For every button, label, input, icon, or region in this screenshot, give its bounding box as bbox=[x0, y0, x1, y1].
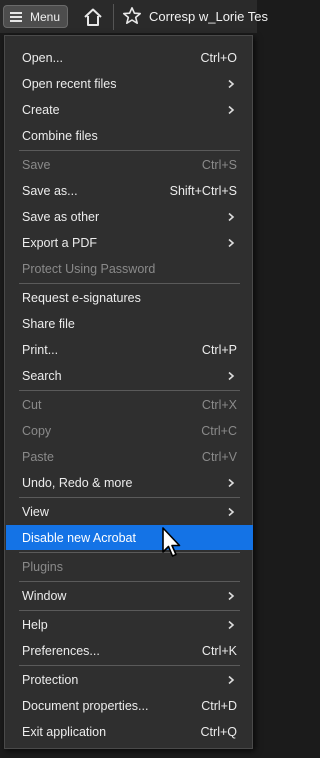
menu-item-label: Combine files bbox=[22, 129, 98, 143]
menu-divider bbox=[19, 665, 240, 666]
menu-item-save-as[interactable]: Save as... Shift+Ctrl+S bbox=[6, 178, 253, 204]
menu-item-protection[interactable]: Protection bbox=[6, 667, 253, 693]
menu-item-open-recent-files[interactable]: Open recent files bbox=[6, 71, 253, 97]
menu-item-cut: Cut Ctrl+X bbox=[6, 392, 253, 418]
menu-divider bbox=[19, 150, 240, 151]
menu-item-save: Save Ctrl+S bbox=[6, 152, 253, 178]
menu-item-open[interactable]: Open... Ctrl+O bbox=[6, 45, 253, 71]
menu-item-shortcut: Ctrl+D bbox=[201, 699, 237, 713]
menu-item-label: Window bbox=[22, 589, 67, 603]
chevron-right-icon bbox=[228, 105, 235, 115]
menu-item-label: Plugins bbox=[22, 560, 63, 574]
menu-item-label: Request e-signatures bbox=[22, 291, 141, 305]
menu-item-preferences[interactable]: Preferences... Ctrl+K bbox=[6, 638, 253, 664]
chevron-right-icon bbox=[228, 675, 235, 685]
menu-item-label: Share file bbox=[22, 317, 75, 331]
menu-item-disable-new-acrobat[interactable]: Disable new Acrobat bbox=[6, 525, 253, 550]
menu-item-save-as-other[interactable]: Save as other bbox=[6, 204, 253, 230]
menu-item-undo-redo-more[interactable]: Undo, Redo & more bbox=[6, 470, 253, 496]
menu-item-label: Preferences... bbox=[22, 644, 100, 658]
menu-item-shortcut: Ctrl+O bbox=[200, 51, 237, 65]
menu-item-label: Undo, Redo & more bbox=[22, 476, 133, 490]
menu-item-copy: Copy Ctrl+C bbox=[6, 418, 253, 444]
menu-item-shortcut: Ctrl+S bbox=[201, 158, 237, 172]
menu-divider bbox=[19, 283, 240, 284]
home-icon[interactable] bbox=[82, 6, 104, 28]
top-toolbar: Menu Corresp w_Lorie Tes bbox=[0, 0, 268, 33]
menu-item-create[interactable]: Create bbox=[6, 97, 253, 123]
chevron-right-icon bbox=[228, 507, 235, 517]
menu-item-search[interactable]: Search bbox=[6, 363, 253, 389]
menu-item-label: Print... bbox=[22, 343, 59, 357]
menu-item-shortcut: Ctrl+V bbox=[201, 450, 237, 464]
menu-item-help[interactable]: Help bbox=[6, 612, 253, 638]
menu-item-label: Disable new Acrobat bbox=[22, 530, 136, 545]
menu-divider bbox=[19, 581, 240, 582]
menu-item-label: Help bbox=[22, 618, 48, 632]
menu-item-shortcut: Ctrl+P bbox=[201, 343, 237, 357]
star-icon[interactable] bbox=[122, 6, 142, 26]
menu-item-shortcut: Ctrl+C bbox=[201, 424, 237, 438]
hamburger-icon bbox=[10, 11, 22, 22]
menu-button[interactable]: Menu bbox=[3, 5, 68, 28]
menu-item-view[interactable]: View bbox=[6, 499, 253, 525]
document-tab-title[interactable]: Corresp w_Lorie Tes bbox=[149, 9, 268, 24]
menu-item-document-properties[interactable]: Document properties... Ctrl+D bbox=[6, 693, 253, 719]
menu-item-label: Create bbox=[22, 103, 60, 117]
menu-item-share-file[interactable]: Share file bbox=[6, 311, 253, 337]
menu-item-label: Save as other bbox=[22, 210, 100, 224]
menu-item-label: Open... bbox=[22, 51, 63, 65]
menu-item-print[interactable]: Print... Ctrl+P bbox=[6, 337, 253, 363]
menu-item-label: Protection bbox=[22, 673, 79, 687]
menu-item-label: Copy bbox=[22, 424, 52, 438]
menu-item-plugins: Plugins bbox=[6, 554, 253, 580]
menu-item-label: Export a PDF bbox=[22, 236, 98, 250]
chevron-right-icon bbox=[228, 620, 235, 630]
menu-item-label: Save bbox=[22, 158, 51, 172]
mouse-pointer-icon bbox=[162, 527, 181, 557]
menu-item-label: Open recent files bbox=[22, 77, 117, 91]
menu-item-exit-application[interactable]: Exit application Ctrl+Q bbox=[6, 719, 253, 745]
chevron-right-icon bbox=[228, 79, 235, 89]
toolbar-divider bbox=[113, 4, 114, 30]
menu-divider bbox=[19, 552, 240, 553]
menu-button-label: Menu bbox=[30, 9, 61, 24]
menu-item-window[interactable]: Window bbox=[6, 583, 253, 609]
menu-item-label: Protect Using Password bbox=[22, 262, 156, 276]
menu-divider bbox=[19, 497, 240, 498]
menu-item-shortcut: Ctrl+X bbox=[201, 398, 237, 412]
menu-divider bbox=[19, 610, 240, 611]
menu-item-paste: Paste Ctrl+V bbox=[6, 444, 253, 470]
menu-item-label: Document properties... bbox=[22, 699, 149, 713]
menu-item-label: Exit application bbox=[22, 725, 107, 739]
menu-item-label: Save as... bbox=[22, 184, 78, 198]
main-menu: Open... Ctrl+O Open recent files Create … bbox=[4, 35, 253, 749]
menu-item-export-pdf[interactable]: Export a PDF bbox=[6, 230, 253, 256]
menu-divider bbox=[19, 390, 240, 391]
chevron-right-icon bbox=[228, 371, 235, 381]
chevron-right-icon bbox=[228, 212, 235, 222]
menu-item-combine-files[interactable]: Combine files bbox=[6, 123, 253, 149]
menu-item-shortcut: Ctrl+K bbox=[201, 644, 237, 658]
chevron-right-icon bbox=[228, 478, 235, 488]
chevron-right-icon bbox=[228, 591, 235, 601]
menu-item-protect-using-password: Protect Using Password bbox=[6, 256, 253, 282]
menu-item-shortcut: Shift+Ctrl+S bbox=[169, 184, 237, 198]
menu-item-shortcut: Ctrl+Q bbox=[200, 725, 237, 739]
menu-item-request-e-signatures[interactable]: Request e-signatures bbox=[6, 285, 253, 311]
menu-item-label: Cut bbox=[22, 398, 42, 412]
chevron-right-icon bbox=[228, 238, 235, 248]
menu-item-label: Paste bbox=[22, 450, 54, 464]
menu-item-label: Search bbox=[22, 369, 62, 383]
menu-item-label: View bbox=[22, 505, 49, 519]
